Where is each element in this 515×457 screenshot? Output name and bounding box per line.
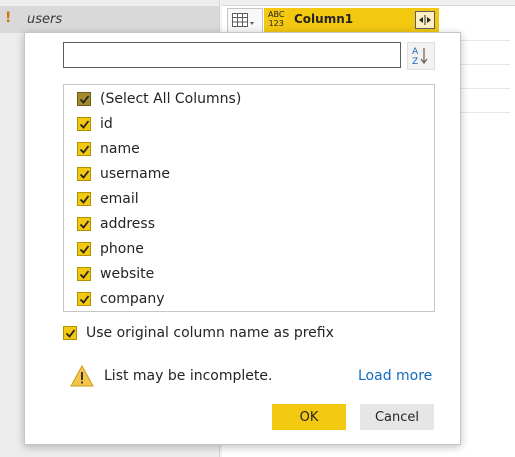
column-checkbox[interactable] (77, 142, 91, 156)
column-type-badge[interactable]: ABC 123 (268, 10, 284, 28)
list-item-label: (Select All Columns) (100, 91, 242, 107)
use-prefix-option[interactable]: Use original column name as prefix (63, 323, 363, 343)
checkmark-icon (79, 195, 90, 204)
column-search-input[interactable] (64, 43, 400, 67)
list-item-label: id (100, 116, 113, 132)
use-prefix-label: Use original column name as prefix (86, 325, 334, 341)
column-checkbox[interactable] (77, 292, 91, 306)
checkmark-icon (65, 329, 76, 338)
list-item-label: company (100, 291, 165, 307)
list-item-label: address (100, 216, 156, 232)
query-name: users (27, 12, 63, 27)
column-search-box[interactable] (63, 42, 401, 68)
sort-ascending-icon: A Z (412, 47, 428, 67)
expand-columns-panel: A Z (Select All Columns) id name usernam… (24, 32, 461, 445)
expand-column-icon (419, 15, 431, 25)
svg-text:A: A (412, 47, 419, 57)
checkmark-icon (79, 170, 90, 179)
column-checkbox[interactable] (77, 217, 91, 231)
list-item-label: website (100, 266, 155, 282)
select-all-checkbox[interactable] (77, 92, 91, 106)
expand-column-button[interactable] (415, 11, 435, 29)
grid-top-strip (222, 0, 515, 6)
cancel-button[interactable]: Cancel (360, 404, 434, 430)
list-item-label: name (100, 141, 140, 157)
table-icon (232, 13, 254, 27)
query-item-users[interactable]: ! users (0, 6, 219, 33)
column-checkbox[interactable] (77, 242, 91, 256)
incomplete-list-warning: List may be incomplete. Load more (70, 365, 432, 389)
column-header-column1[interactable]: ABC 123 Column1 (264, 8, 439, 32)
checkmark-icon (79, 220, 90, 229)
list-item-label: username (100, 166, 170, 182)
use-prefix-checkbox[interactable] (63, 326, 77, 340)
list-item-label: email (100, 191, 139, 207)
warning-text: List may be incomplete. (104, 368, 273, 384)
column-name: Column1 (294, 12, 354, 26)
checkmark-icon (79, 120, 90, 129)
checkmark-icon (79, 270, 90, 279)
column-checkbox[interactable] (77, 117, 91, 131)
column-checkbox[interactable] (77, 267, 91, 281)
load-more-link[interactable]: Load more (358, 368, 432, 384)
query-warning-icon: ! (5, 10, 12, 26)
table-menu-button[interactable] (227, 8, 263, 34)
svg-text:Z: Z (412, 57, 418, 67)
checkmark-icon (79, 245, 90, 254)
list-item-label: phone (100, 241, 144, 257)
checkmark-icon (79, 145, 90, 154)
sort-columns-button[interactable]: A Z (407, 42, 435, 70)
checkmark-icon (79, 295, 90, 304)
column-list[interactable]: (Select All Columns) id name username em… (63, 84, 435, 312)
column-checkbox[interactable] (77, 167, 91, 181)
warning-icon (70, 365, 94, 387)
ok-button[interactable]: OK (272, 404, 346, 430)
checkmark-icon (79, 95, 90, 104)
column-checkbox[interactable] (77, 192, 91, 206)
